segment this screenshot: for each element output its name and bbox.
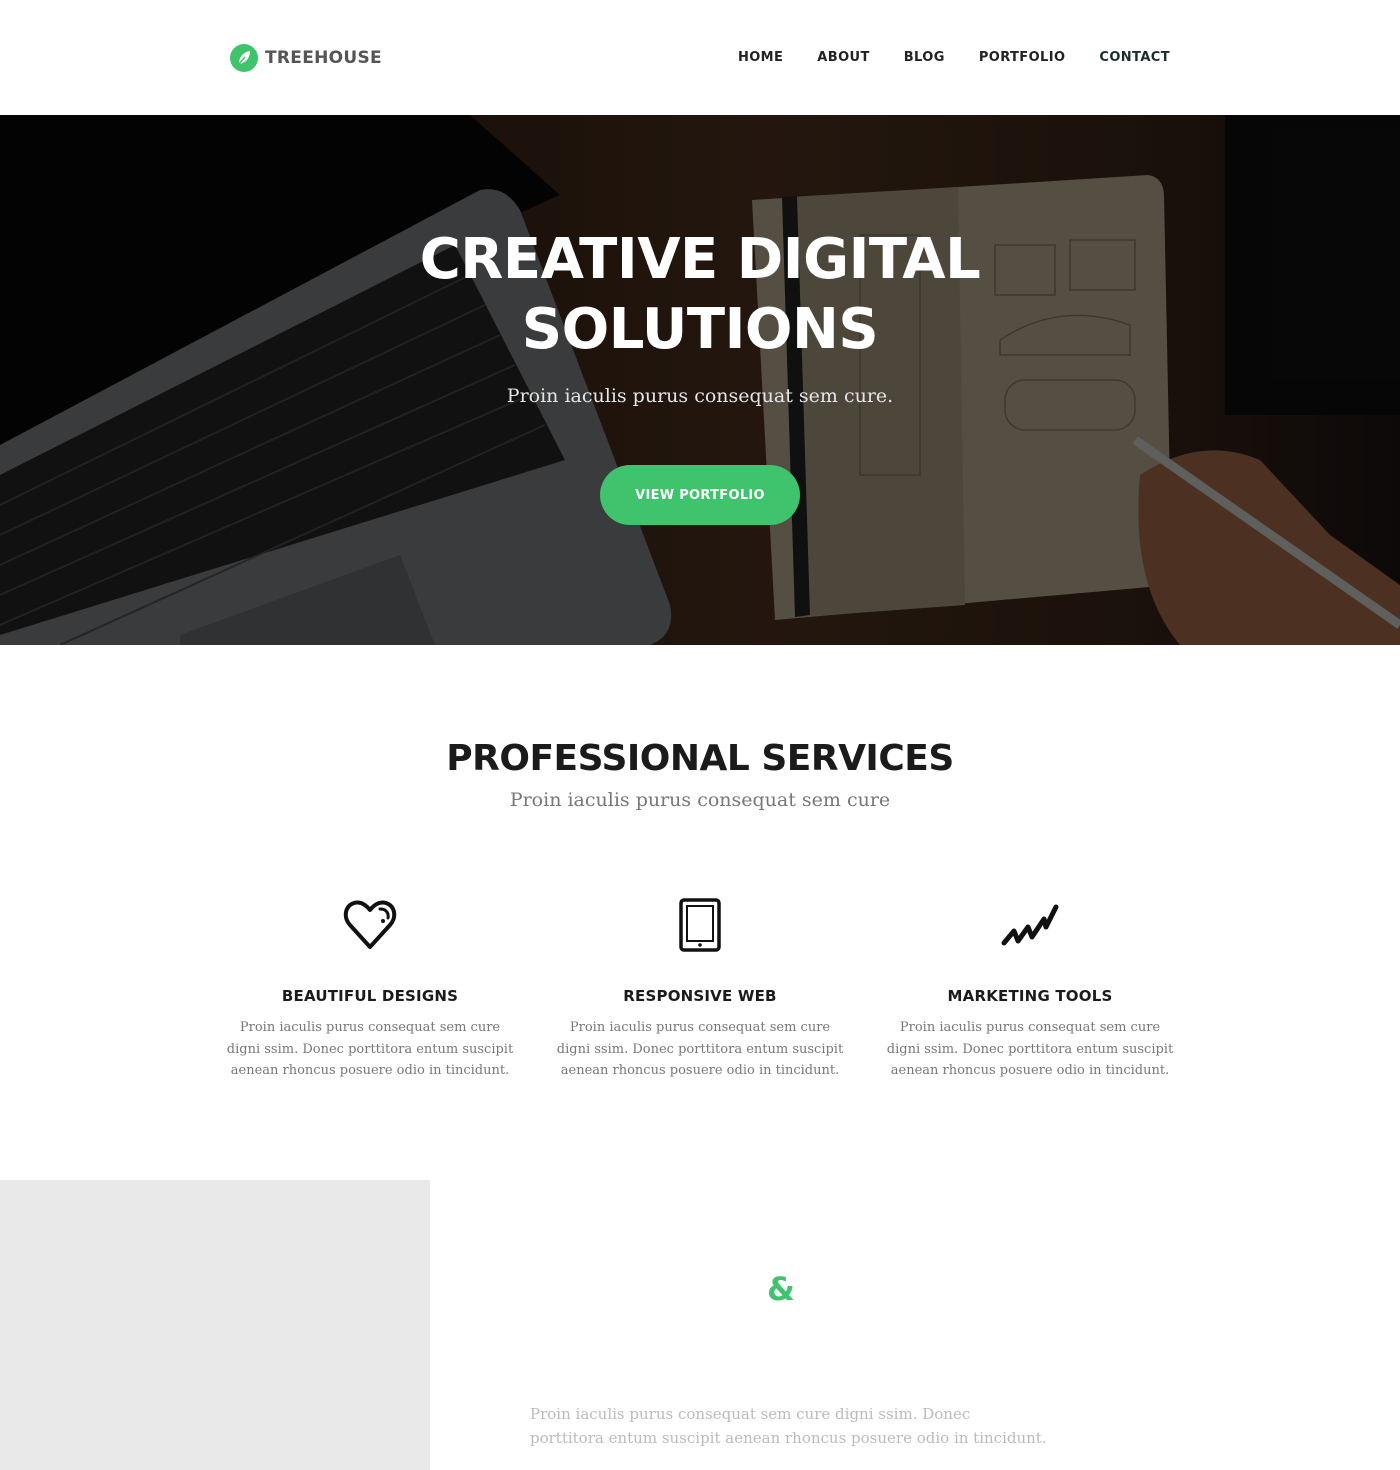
- about-text: Proin iaculis purus consequat sem cure d…: [530, 1402, 1050, 1450]
- site-header: TREEHOUSE HOME ABOUT BLOG PORTFOLIO CONT…: [0, 0, 1400, 115]
- nav-about[interactable]: ABOUT: [817, 50, 869, 65]
- hero-title-line2: SOLUTIONS: [521, 297, 879, 362]
- hero-subtitle: Proin iaculis purus consequat sem cure.: [506, 385, 894, 407]
- hero-section: CREATIVE DIGITAL SOLUTIONS Proin iaculis…: [0, 115, 1400, 645]
- service-card-responsive: RESPONSIVE WEB Proin iaculis purus conse…: [555, 895, 845, 1082]
- tablet-icon: [555, 895, 845, 955]
- service-name: MARKETING TOOLS: [947, 987, 1113, 1005]
- services-title: PROFESSIONAL SERVICES: [446, 738, 954, 779]
- brand-name: TREEHOUSE: [265, 48, 382, 68]
- heart-icon: [225, 895, 515, 955]
- nav-portfolio[interactable]: PORTFOLIO: [979, 50, 1066, 65]
- service-description: Proin iaculis purus consequat sem cure d…: [226, 1020, 514, 1078]
- service-card-designs: BEAUTIFUL DESIGNS Proin iaculis purus co…: [225, 895, 515, 1082]
- nav-contact[interactable]: CONTACT: [1099, 50, 1170, 65]
- hero-overlay: [0, 115, 1400, 645]
- services-subtitle: Proin iaculis purus consequat sem cure: [509, 789, 891, 811]
- about-text-line2: porttitora entum suscipit aenean rhoncus…: [530, 1429, 1047, 1447]
- trend-icon: [885, 895, 1175, 955]
- service-card-marketing: MARKETING TOOLS Proin iaculis purus cons…: [885, 895, 1175, 1082]
- hero-title-line1: CREATIVE DIGITAL: [419, 227, 981, 292]
- about-text-line1: Proin iaculis purus consequat sem cure d…: [530, 1405, 971, 1423]
- nav-home[interactable]: HOME: [738, 50, 783, 65]
- service-name: RESPONSIVE WEB: [623, 987, 777, 1005]
- view-portfolio-button[interactable]: VIEW PORTFOLIO: [600, 465, 800, 525]
- hero-title: CREATIVE DIGITAL SOLUTIONS: [0, 225, 1400, 365]
- leaf-icon: [230, 44, 258, 72]
- service-description: Proin iaculis purus consequat sem cure d…: [556, 1020, 844, 1078]
- service-description: Proin iaculis purus consequat sem cure d…: [886, 1020, 1174, 1078]
- service-name: BEAUTIFUL DESIGNS: [281, 987, 459, 1005]
- image-placeholder: [0, 1180, 430, 1470]
- main-nav: HOME ABOUT BLOG PORTFOLIO CONTACT: [738, 50, 1170, 65]
- logo[interactable]: TREEHOUSE: [230, 43, 382, 73]
- ampersand-symbol: &: [767, 1270, 795, 1308]
- nav-blog[interactable]: BLOG: [904, 50, 945, 65]
